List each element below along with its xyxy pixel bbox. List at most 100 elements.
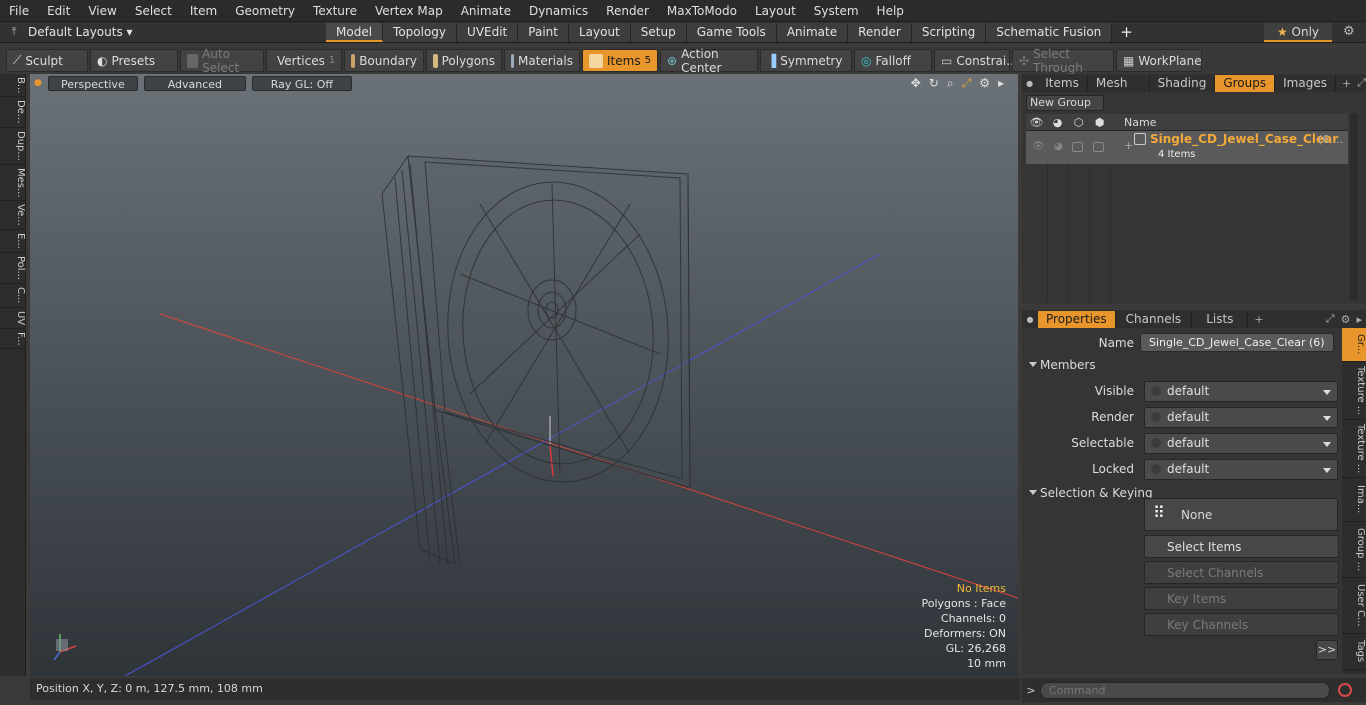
3d-viewport[interactable]: ● Perspective Advanced Ray GL: Off ✥ ↻ ⌕…: [30, 74, 1018, 676]
none-button[interactable]: ⠿ None: [1144, 498, 1338, 531]
perspective-dropdown[interactable]: Perspective: [47, 75, 138, 91]
tab-animate[interactable]: Animate: [776, 22, 849, 42]
expand-arrow-icon[interactable]: ▸: [998, 76, 1004, 91]
boundary-button[interactable]: Boundary: [344, 49, 424, 72]
pan-icon[interactable]: ✥: [911, 76, 921, 91]
zoom-icon[interactable]: ⌕: [947, 76, 954, 91]
props-arrow-icon[interactable]: ▸: [1356, 313, 1362, 326]
menu-animate[interactable]: Animate: [452, 0, 520, 22]
strip-tab-fusion[interactable]: F...: [0, 329, 26, 350]
menu-file[interactable]: File: [0, 0, 38, 22]
tab-setup[interactable]: Setup: [630, 22, 687, 42]
render-dropdown[interactable]: default: [1144, 406, 1338, 428]
tab-layout[interactable]: Layout: [568, 22, 631, 42]
tab-shading[interactable]: Shading: [1150, 74, 1216, 92]
visible-dropdown[interactable]: default: [1144, 380, 1338, 402]
strip-tab-curve[interactable]: C...: [0, 284, 26, 308]
vtab-texture-2[interactable]: Texture ...: [1342, 420, 1366, 478]
menu-geometry[interactable]: Geometry: [226, 0, 304, 22]
raygl-toggle[interactable]: Ray GL: Off: [251, 75, 352, 91]
select-items-button[interactable]: Select Items: [1144, 535, 1339, 558]
materials-button[interactable]: Materials: [504, 49, 580, 72]
vtab-texture-1[interactable]: Texture ...: [1342, 362, 1366, 420]
tab-uvedit[interactable]: UVEdit: [457, 22, 519, 42]
vtab-user-channels[interactable]: User C...: [1342, 578, 1366, 634]
action-center-button[interactable]: ⊕ Action Center: [660, 47, 758, 75]
polygons-button[interactable]: Polygons: [426, 49, 502, 72]
menu-vertex-map[interactable]: Vertex Map: [366, 0, 452, 22]
select-through-button[interactable]: ✣ Select Through: [1012, 47, 1114, 75]
row-visibility-icon[interactable]: 👁: [1032, 141, 1045, 152]
key-items-button[interactable]: Key Items: [1144, 587, 1339, 610]
groups-scrollbar[interactable]: [1350, 114, 1358, 301]
strip-tab-polygon[interactable]: Pol...: [0, 253, 26, 284]
tab-channels[interactable]: Channels: [1116, 310, 1193, 328]
menu-view[interactable]: View: [79, 0, 125, 22]
items-button[interactable]: Items 5: [582, 49, 658, 72]
tab-properties[interactable]: Properties: [1038, 310, 1116, 328]
tab-groups[interactable]: Groups: [1215, 74, 1276, 92]
tab-render[interactable]: Render: [848, 22, 912, 42]
props-gear-icon[interactable]: ⚙: [1341, 313, 1351, 326]
constraints-button[interactable]: ▭ Constrai...: [934, 49, 1018, 72]
tab-images[interactable]: Images: [1275, 74, 1336, 92]
strip-tab-edge[interactable]: E...: [0, 230, 26, 253]
strip-tab-vertex[interactable]: Ve...: [0, 201, 26, 231]
falloff-button[interactable]: ◎ Falloff: [854, 49, 932, 72]
menu-item[interactable]: Item: [181, 0, 226, 22]
symmetry-button[interactable]: ▐ Symmetry: [760, 49, 852, 72]
select-channels-button[interactable]: Select Channels: [1144, 561, 1339, 584]
vertices-button[interactable]: Vertices 1: [266, 49, 342, 72]
more-button[interactable]: >>: [1316, 640, 1338, 660]
locked-dropdown[interactable]: default: [1144, 458, 1338, 480]
record-icon[interactable]: [1338, 683, 1352, 697]
menu-help[interactable]: Help: [868, 0, 913, 22]
add-panel-tab-icon[interactable]: +: [1342, 77, 1351, 90]
menu-render[interactable]: Render: [597, 0, 658, 22]
workplane-button[interactable]: ▦ WorkPlane: [1116, 49, 1202, 72]
viewport-gear-icon[interactable]: ⚙: [979, 76, 990, 91]
tab-scripting[interactable]: Scripting: [911, 22, 987, 42]
tab-lists[interactable]: Lists: [1192, 310, 1249, 328]
command-input[interactable]: [1040, 681, 1330, 699]
only-toggle[interactable]: ★ Only: [1264, 23, 1332, 42]
name-field[interactable]: Single_CD_Jewel_Case_Clear (6): [1140, 333, 1334, 352]
presets-button[interactable]: ◐ Presets: [90, 49, 178, 72]
selectable-dropdown[interactable]: default: [1144, 432, 1338, 454]
expand-plus-icon[interactable]: +: [1124, 139, 1133, 152]
tab-game-tools[interactable]: Game Tools: [686, 22, 777, 42]
add-props-tab-icon[interactable]: +: [1254, 313, 1263, 326]
menu-select[interactable]: Select: [126, 0, 181, 22]
lock-column-icon[interactable]: ⬢: [1089, 116, 1110, 129]
strip-tab-uv[interactable]: UV: [0, 308, 26, 329]
new-group-button[interactable]: New Group: [1026, 95, 1104, 111]
strip-tab-basic[interactable]: B...: [0, 74, 26, 98]
vtab-group[interactable]: Gr...: [1342, 328, 1366, 362]
strip-tab-duplicate[interactable]: Dup...: [0, 128, 26, 165]
props-menu-dot-icon[interactable]: ●: [1022, 315, 1038, 324]
vtab-tags[interactable]: Tags: [1342, 634, 1366, 670]
strip-tab-mesh[interactable]: Mes...: [0, 165, 26, 202]
add-tab-button[interactable]: +: [1112, 23, 1141, 41]
tab-items[interactable]: Items: [1037, 74, 1088, 92]
group-row[interactable]: 👁 ◕ + Single_CD_Jewel_Case_Clear (6 ... …: [1026, 131, 1348, 164]
maximize-icon[interactable]: ⤢: [962, 76, 972, 91]
tab-model[interactable]: Model: [326, 22, 384, 42]
menu-dynamics[interactable]: Dynamics: [520, 0, 597, 22]
panel-menu-dot-icon[interactable]: ●: [1022, 79, 1037, 88]
gear-icon[interactable]: ⚙: [1343, 24, 1355, 39]
members-section[interactable]: Members: [1022, 356, 1342, 374]
menu-system[interactable]: System: [805, 0, 868, 22]
tab-schematic-fusion[interactable]: Schematic Fusion: [986, 22, 1113, 42]
panel-expand-icon[interactable]: ⤢: [1357, 76, 1366, 90]
rotate-icon[interactable]: ↻: [929, 76, 939, 91]
layout-toggle-icon[interactable]: ⤒: [0, 25, 28, 39]
tab-mesh[interactable]: Mesh ...: [1088, 74, 1150, 107]
sculpt-button[interactable]: ⟋ Sculpt: [6, 49, 88, 72]
menu-edit[interactable]: Edit: [38, 0, 79, 22]
viewport-menu-dot-icon[interactable]: ●: [34, 78, 42, 88]
layouts-dropdown[interactable]: Default Layouts ▾: [28, 25, 328, 39]
tab-topology[interactable]: Topology: [383, 22, 458, 42]
row-render-icon[interactable]: ◕: [1054, 141, 1063, 152]
vtab-group-2[interactable]: Group ...: [1342, 522, 1366, 578]
